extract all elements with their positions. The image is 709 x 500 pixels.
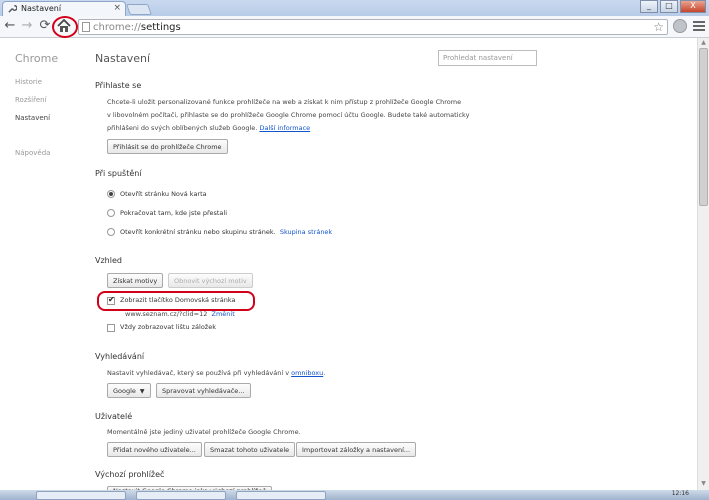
menu-icon[interactable] [692,19,706,33]
extension-icon[interactable] [673,19,687,33]
address-bar[interactable]: chrome://settings ☆ [78,19,668,35]
close-window-button[interactable]: X [680,0,706,13]
toolbar: ← → ⟳ chrome://settings ☆ [0,16,709,38]
signin-text-1: Chcete-li uložit personalizované funkce … [107,98,462,106]
maximize-button[interactable]: □ [660,0,678,13]
signin-text-2: v libovolném počítači, přihlaste se do p… [107,111,470,119]
url-text: chrome://settings [93,22,181,33]
signin-button[interactable]: Přihlásit se do prohlížeče Chrome [107,139,228,154]
default-browser-heading: Výchozí prohlížeč [95,470,165,479]
search-settings-input[interactable]: Prohledat nastavení [438,50,537,66]
startup-radio-specific[interactable] [107,228,115,236]
nav-item-extensions[interactable]: Rozšíření [15,96,47,104]
startup-radio-continue[interactable] [107,209,115,217]
signin-text-3: přihlášeni do svých oblíbených služeb Go… [107,124,311,132]
page-icon [82,22,90,32]
nav-item-history[interactable]: Historie [15,78,42,86]
wrench-icon [8,5,17,13]
left-nav: Chrome Historie Rozšíření Nastavení Nápo… [0,38,80,490]
show-bookmarks-checkbox[interactable] [107,324,115,332]
home-url: www.seznam.cz/?clid=12 [125,310,208,318]
forward-arrow-icon[interactable]: → [20,19,34,33]
users-heading: Uživatelé [95,412,133,421]
appearance-heading: Vzhled [95,256,122,265]
search-desc: Nastavit vyhledávač, který se používá př… [107,369,326,377]
scroll-thumb[interactable] [699,48,708,206]
learn-more-link[interactable]: Další informace [259,124,310,132]
get-themes-button[interactable]: Získat motivy [107,273,164,288]
scroll-up-icon[interactable]: ▲ [699,39,708,47]
taskbar-clock: 12:16 [671,490,689,497]
tab-settings[interactable]: Nastavení × [2,1,126,16]
back-arrow-icon[interactable]: ← [3,19,17,33]
scroll-down-icon[interactable]: ▼ [699,480,708,488]
tab-strip: Nastavení × _ □ X [0,0,709,16]
startup-label-specific: Otevřít konkrétní stránku nebo skupinu s… [120,228,333,236]
taskbar: 12:16 [0,490,709,500]
set-pages-link[interactable]: Skupina stránek [280,228,332,236]
new-tab-button[interactable] [125,4,153,15]
taskbar-item[interactable] [36,491,126,500]
nav-brand: Chrome [15,52,59,65]
settings-main: Nastavení Prohledat nastavení Přihlaste … [80,38,694,492]
bookmark-star-icon[interactable]: ☆ [653,20,664,34]
search-heading: Vyhledávání [95,352,145,361]
reload-icon[interactable]: ⟳ [38,19,52,33]
startup-radio-newtab[interactable] [107,190,115,198]
annotation-circle-home [52,16,78,38]
tab-title: Nastavení [21,4,62,13]
taskbar-item[interactable] [136,491,226,500]
manage-search-engines-button[interactable]: Spravovat vyhledávače... [156,383,251,398]
home-url-row: www.seznam.cz/?clid=12 Změnit [125,308,235,321]
search-engine-select[interactable]: Google ▼ [107,383,151,398]
scrollbar[interactable]: ▲ ▼ [697,38,709,490]
signin-heading: Přihlaste se [95,81,142,90]
add-user-button[interactable]: Přidat nového uživatele... [107,442,202,457]
tab-close-icon[interactable]: × [113,3,121,13]
import-bookmarks-button[interactable]: Importovat záložky a nastavení... [296,442,417,457]
page-title: Nastavení [95,52,151,65]
show-home-checkbox[interactable] [107,295,115,305]
show-home-label: Zobrazit tlačítko Domovská stránka [120,296,236,304]
dropdown-arrow-icon: ▼ [139,388,145,395]
nav-item-help[interactable]: Nápověda [15,149,50,157]
minimize-button[interactable]: _ [640,0,658,13]
omnibox-link[interactable]: omniboxu [291,369,323,377]
users-desc: Momentálně jste jediný uživatel prohlíže… [107,428,301,436]
startup-label-continue: Pokračovat tam, kde jste přestali [120,209,228,217]
reset-theme-button[interactable]: Obnovit výchozí motiv [168,273,253,288]
nav-item-settings[interactable]: Nastavení [15,114,50,122]
change-home-link[interactable]: Změnit [212,310,235,318]
taskbar-item[interactable] [236,491,326,500]
show-bookmarks-label: Vždy zobrazovat lištu záložek [120,323,216,331]
startup-label-newtab: Otevřít stránku Nová karta [120,190,207,198]
delete-user-button[interactable]: Smazat tohoto uživatele [204,442,296,457]
startup-heading: Při spuštění [95,169,142,178]
